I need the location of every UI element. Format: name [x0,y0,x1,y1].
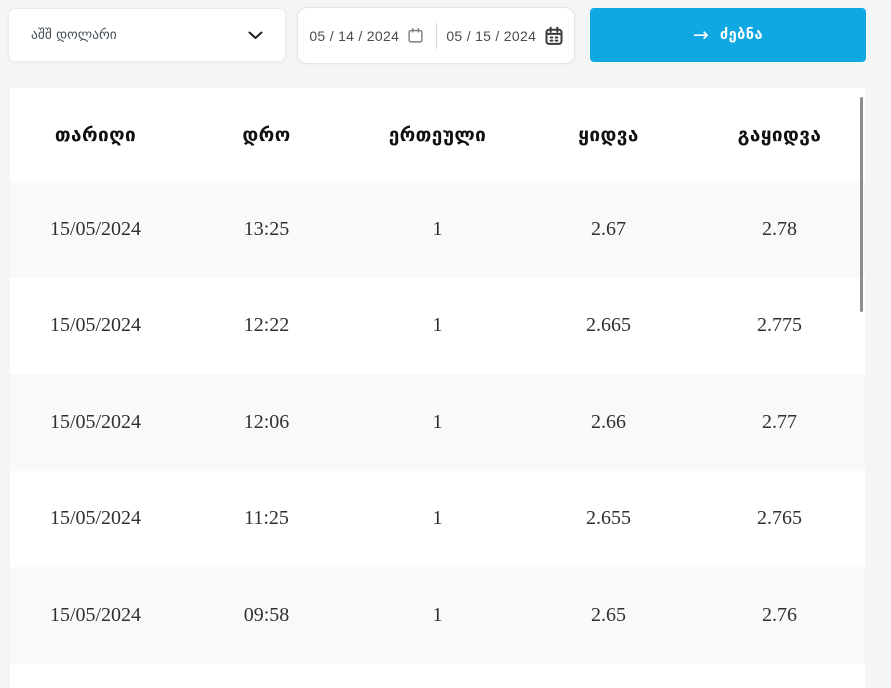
cell-unit: 1 [432,314,443,337]
rates-table: თარიღი დრო ერთეული ყიდვა გაყიდვა 15/05/2… [10,88,865,688]
cell-sell: 2.775 [757,314,802,337]
cell-unit: 1 [432,507,443,530]
cell-time: 09:58 [243,603,290,626]
calendar-icon[interactable] [407,27,424,44]
cell-buy: 2.66 [591,410,626,433]
table-row: 15/05/2024 13:25 1 2.67 2.78 [10,181,865,278]
search-button-label: ძებნა [719,27,764,43]
cell-buy: 2.65 [591,603,626,626]
table-row: 15/05/2024 11:25 1 2.655 2.765 [10,471,865,568]
date-range-group: 05 / 14 / 2024 05 / 15 / 2024 [297,7,575,64]
table-row: 15/05/2024 09:58 1 2.65 2.76 [10,567,865,664]
cell-date: 15/05/2024 [49,217,142,240]
cell-date: 15/05/2024 [49,507,142,530]
scrollbar-thumb[interactable] [860,97,863,312]
table-header-row: თარიღი დრო ერთეული ყიდვა გაყიდვა [10,88,865,181]
column-header-buy: ყიდვა [578,123,639,146]
table-row: 15/05/2024 12:06 1 2.66 2.77 [10,374,865,471]
cell-date: 15/05/2024 [49,314,142,337]
cell-time: 12:22 [243,314,290,337]
filters-toolbar: აშშ დოლარი 05 / 14 / 2024 05 / 15 / 2024 [0,0,891,88]
cell-date: 15/05/2024 [49,410,142,433]
cell-buy: 2.665 [586,314,631,337]
date-from-value: 05 / 14 / 2024 [309,27,400,44]
table-row: 15/05/2024 12:22 1 2.665 2.775 [10,278,865,375]
arrow-right-icon: → [692,23,709,46]
cell-buy: 2.67 [591,217,626,240]
cell-time: 13:25 [243,217,290,240]
chevron-down-icon [248,31,263,40]
date-from-input[interactable]: 05 / 14 / 2024 [298,27,436,44]
cell-time: 11:25 [244,507,289,530]
cell-date: 15/05/2024 [49,603,142,626]
date-to-value: 05 / 15 / 2024 [446,27,537,44]
table-row [10,664,865,688]
column-header-unit: ერთეული [388,123,487,146]
cell-sell: 2.76 [762,603,797,626]
cell-unit: 1 [432,603,443,626]
currency-select[interactable]: აშშ დოლარი [8,8,286,62]
column-header-date: თარიღი [54,123,137,146]
currency-select-value: აშშ დოლარი [31,27,117,43]
cell-sell: 2.78 [762,217,797,240]
date-to-input[interactable]: 05 / 15 / 2024 [437,26,575,46]
cell-time: 12:06 [243,410,290,433]
calendar-icon[interactable] [544,26,564,46]
cell-sell: 2.77 [762,410,797,433]
column-header-sell: გაყიდვა [737,123,822,146]
cell-unit: 1 [432,410,443,433]
cell-unit: 1 [432,217,443,240]
cell-buy: 2.655 [586,507,631,530]
search-button[interactable]: → ძებნა [590,8,866,62]
table-body: 15/05/2024 13:25 1 2.67 2.78 15/05/2024 … [10,181,865,688]
column-header-time: დრო [242,123,291,146]
cell-sell: 2.765 [757,507,802,530]
